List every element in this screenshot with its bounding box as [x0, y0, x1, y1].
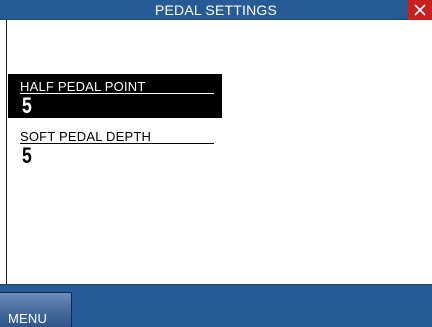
close-x-icon	[414, 4, 426, 16]
pedal-settings-screen: PEDAL SETTINGS HALF PEDAL POINT 5 SOFT P…	[0, 0, 432, 327]
setting-label: SOFT PEDAL DEPTH	[20, 129, 152, 144]
close-button[interactable]	[408, 0, 432, 20]
page-title: PEDAL SETTINGS	[154, 2, 278, 18]
title-bar: PEDAL SETTINGS	[0, 0, 432, 20]
setting-soft-pedal-depth[interactable]: SOFT PEDAL DEPTH 5	[8, 124, 222, 168]
setting-value: 5	[22, 93, 32, 118]
content-left-border	[6, 20, 7, 284]
menu-button[interactable]: MENU	[0, 292, 72, 327]
bottom-bar: MENU	[0, 284, 432, 327]
setting-value: 5	[22, 143, 32, 168]
menu-button-label: MENU	[8, 311, 48, 326]
setting-underline	[20, 93, 214, 94]
setting-label: HALF PEDAL POINT	[20, 79, 146, 94]
setting-half-pedal-point[interactable]: HALF PEDAL POINT 5	[8, 74, 222, 118]
setting-underline	[20, 143, 214, 144]
